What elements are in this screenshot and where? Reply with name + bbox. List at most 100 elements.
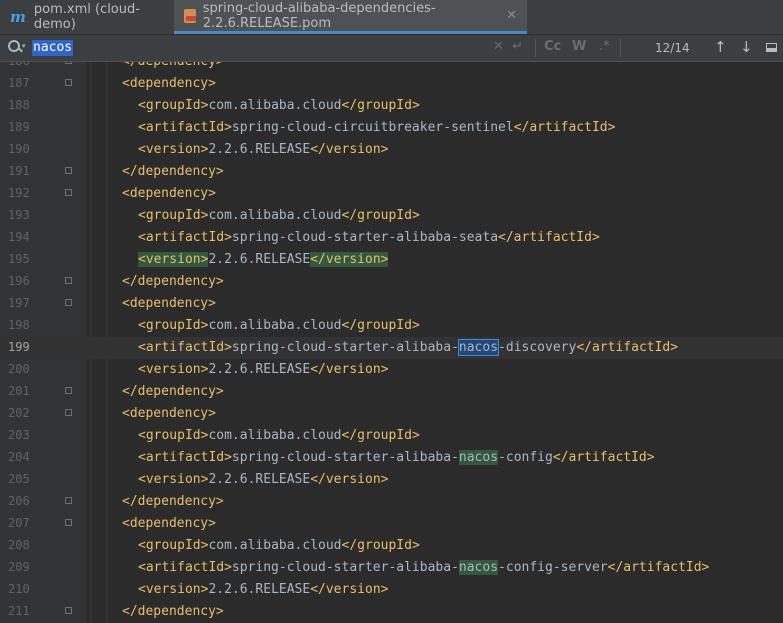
next-occurrence-icon[interactable]: ↓ [740,38,753,56]
xml-tag: <dependency> [122,516,216,531]
code-text: <groupId>com.alibaba.cloud</groupId> [138,538,420,553]
code-text: <dependency> [122,406,216,421]
code-line[interactable]: 203 <groupId>com.alibaba.cloud</groupId> [0,425,783,447]
new-line-icon[interactable]: ↵ [512,39,523,54]
fold-marker-icon[interactable] [65,519,72,526]
fold-marker-icon[interactable] [65,299,72,306]
code-line[interactable]: 194 <artifactId>spring-cloud-starter-alib… [0,227,783,249]
code-line[interactable]: 205 <version>2.2.6.RELEASE</version> [0,469,783,491]
fold-marker-icon[interactable] [65,607,72,614]
code-line[interactable]: 208 <groupId>com.alibaba.cloud</groupId> [0,535,783,557]
fold-marker-icon[interactable] [65,167,72,174]
line-number: 206 [8,494,30,508]
fold-marker-icon[interactable] [65,409,72,416]
code-line[interactable]: 187 <dependency> [0,73,783,95]
code-text: <dependency> [122,186,216,201]
xml-tag: </dependency> [122,274,224,289]
code-line[interactable]: 211 </dependency> [0,601,783,623]
code-line[interactable]: 200 <version>2.2.6.RELEASE</version> [0,359,783,381]
code-line[interactable]: 196 </dependency> [0,271,783,293]
tab-label: pom.xml (cloud-demo) [33,2,140,32]
line-number: 200 [8,362,30,376]
line-number: 192 [8,186,30,200]
search-match: nacos [458,560,499,575]
code-editor[interactable]: 186 </dependency> 187 <dependency> 188 <group… [0,62,783,623]
fold-marker-icon[interactable] [65,79,72,86]
code-line[interactable]: 193 <groupId>com.alibaba.cloud</groupId> [0,205,783,227]
match-count: 12/14 [655,41,690,55]
xml-tag: </version> [310,472,389,487]
code-text: </dependency> [122,164,224,179]
xml-tag: </version> [310,142,389,157]
code-line[interactable]: 197 <dependency> [0,293,783,315]
close-icon[interactable]: ✕ [506,8,517,23]
code-text: </dependency> [122,384,224,399]
code-line[interactable]: 210 <version>2.2.6.RELEASE</version> [0,579,783,601]
code-line[interactable]: 206 </dependency> [0,491,783,513]
xml-tag: </dependency> [122,384,224,399]
code-line[interactable]: 192 <dependency> [0,183,783,205]
xml-tag: <artifactId> [138,560,232,575]
code-text: </dependency> [122,604,224,619]
fold-marker-icon[interactable] [65,189,72,196]
editor-tab-bar: m pom.xml (cloud-demo) spring-cloud-alib… [0,0,783,35]
fold-marker-icon[interactable] [65,497,72,504]
line-number: 205 [8,472,30,486]
code-line[interactable]: 195 <version>2.2.6.RELEASE</version> [0,249,783,271]
xml-tag: </groupId> [341,98,420,113]
search-history-icon[interactable]: ▾ [8,40,26,56]
xml-text: 2.2.6.RELEASE [208,362,311,377]
code-line[interactable]: 189 <artifactId>spring-cloud-circuitbreak… [0,117,783,139]
code-line[interactable]: 191 </dependency> [0,161,783,183]
code-text: <artifactId>spring-cloud-starter-alibaba… [138,230,600,245]
xml-tag: <artifactId> [138,340,232,355]
code-line[interactable]: 207 <dependency> [0,513,783,535]
open-in-find-window-icon[interactable] [766,43,777,52]
code-line[interactable]: 209 <artifactId>spring-cloud-starter-alib… [0,557,783,579]
xml-tag: <groupId> [138,538,209,553]
clear-search-icon[interactable]: ✕ [493,39,504,54]
code-line[interactable]: 186 </dependency> [0,62,783,73]
regex-toggle[interactable]: .* [599,39,610,54]
code-line[interactable]: 198 <groupId>com.alibaba.cloud</groupId> [0,315,783,337]
code-text: <version>2.2.6.RELEASE</version> [138,362,388,377]
code-line[interactable]: 202 <dependency> [0,403,783,425]
xml-tag: <artifactId> [138,450,232,465]
code-line[interactable]: 204 <artifactId>spring-cloud-starter-alib… [0,447,783,469]
xml-tag: </artifactId> [513,120,616,135]
xml-tag: </artifactId> [498,230,600,245]
fold-marker-icon[interactable] [65,62,72,64]
xml-tag: <groupId> [138,208,209,223]
pom-file-icon [184,8,196,23]
xml-text: 2.2.6.RELEASE [208,252,311,267]
search-match: <version> [138,252,209,267]
xml-text: com.alibaba.cloud [208,538,342,553]
code-line[interactable]: 199 <artifactId>spring-cloud-starter-alib… [0,337,783,359]
line-number: 188 [8,98,30,112]
xml-text: spring-cloud-starter-alibaba- [231,450,459,465]
xml-tag: <artifactId> [138,120,232,135]
line-number: 198 [8,318,30,332]
whole-words-toggle[interactable]: W [572,39,586,54]
xml-tag: </version> [310,362,389,377]
previous-occurrence-icon[interactable]: ↑ [714,38,727,56]
code-text: <groupId>com.alibaba.cloud</groupId> [138,428,420,443]
tab-spring-cloud-alibaba-dependencies[interactable]: spring-cloud-alibaba-dependencies-2.2.6.… [174,0,527,34]
code-line[interactable]: 190 <version>2.2.6.RELEASE</version> [0,139,783,161]
fold-marker-icon[interactable] [65,277,72,284]
xml-text: spring-cloud-starter-alibaba- [231,560,459,575]
line-number: 190 [8,142,30,156]
tab-pom-xml-cloud-demo[interactable]: m pom.xml (cloud-demo) [0,0,170,34]
xml-tag: <groupId> [138,98,209,113]
match-case-toggle[interactable]: Cc [544,39,561,54]
xml-tag: </groupId> [341,318,420,333]
xml-text: spring-cloud-starter-alibaba-seata [231,230,499,245]
code-line[interactable]: 201 </dependency> [0,381,783,403]
code-text: <artifactId>spring-cloud-starter-alibaba… [138,450,655,465]
xml-tag: </dependency> [122,164,224,179]
search-input[interactable]: nacos [32,40,74,56]
line-number: 196 [8,274,30,288]
code-line[interactable]: 188 <groupId>com.alibaba.cloud</groupId> [0,95,783,117]
code-text: </dependency> [122,274,224,289]
fold-marker-icon[interactable] [65,387,72,394]
